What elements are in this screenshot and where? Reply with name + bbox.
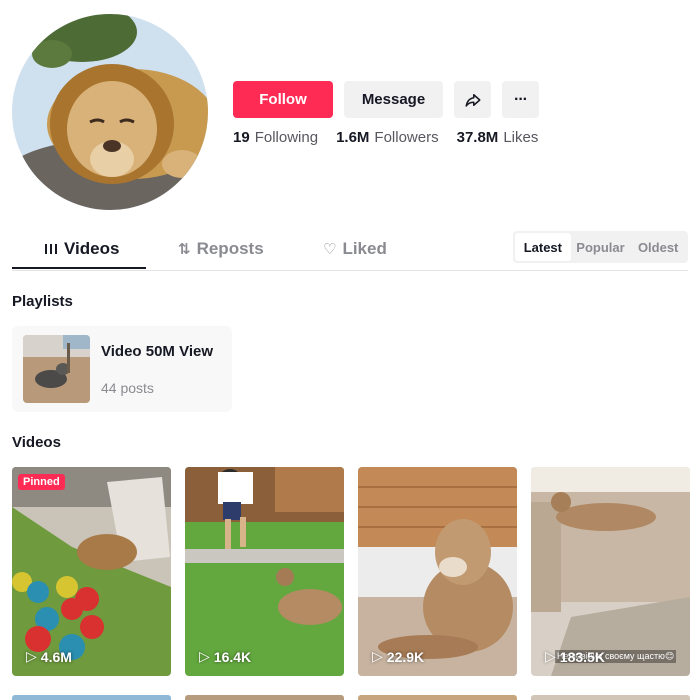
pinned-badge: Pinned — [18, 474, 65, 490]
video-card[interactable]: ▷ 16.4K — [185, 467, 344, 676]
stat-followers[interactable]: 1.6M Followers — [336, 129, 439, 146]
video-thumbnail — [12, 467, 171, 676]
stat-following[interactable]: 19 Following — [233, 129, 318, 146]
view-count-value: 4.6M — [40, 648, 72, 665]
stat-value: 37.8M — [456, 129, 499, 146]
play-icon: ▷ — [199, 648, 210, 664]
profile-actions: Follow Message ··· — [233, 81, 539, 118]
video-thumbnail — [185, 467, 344, 676]
video-grid-next-row — [12, 695, 690, 700]
playlist-name: Video 50M View — [101, 342, 213, 360]
tab-label: Liked — [342, 239, 387, 258]
video-card-partial — [12, 695, 171, 700]
view-count-value: 183.5K — [559, 648, 605, 665]
video-grid: Pinned ▷ 4.6M ▷ 16.4K ▷ 22.9K Не повірив… — [12, 467, 690, 676]
view-count: ▷ 183.5K — [545, 648, 605, 665]
view-count: ▷ 22.9K — [372, 648, 424, 665]
playlist-thumbnail — [23, 335, 90, 403]
playlist-count: 44 posts — [101, 379, 154, 396]
stat-value: 19 — [233, 129, 250, 146]
repost-icon: ⇅ — [178, 241, 191, 258]
video-thumbnail — [358, 467, 517, 676]
videos-heading: Videos — [12, 434, 61, 451]
view-count-value: 22.9K — [386, 648, 425, 665]
stat-value: 1.6M — [336, 129, 370, 146]
profile-avatar[interactable] — [12, 14, 208, 210]
view-count: ▷ 16.4K — [199, 648, 251, 665]
tab-label: Videos — [64, 239, 120, 258]
tab-label: Reposts — [196, 239, 264, 258]
more-icon: ··· — [514, 90, 528, 108]
grid-icon — [45, 244, 57, 254]
video-card[interactable]: Не повірив своєму щастю😊 ▷ 183.5K — [531, 467, 690, 676]
profile-stats: 19 Following 1.6M Followers 37.8M Likes — [233, 129, 538, 146]
active-tab-indicator — [12, 267, 146, 269]
video-card[interactable]: Pinned ▷ 4.6M — [12, 467, 171, 676]
playlist-card[interactable]: Video 50M View 44 posts — [12, 326, 232, 412]
sort-latest[interactable]: Latest — [515, 233, 571, 261]
follow-button[interactable]: Follow — [233, 81, 333, 118]
play-icon: ▷ — [545, 648, 556, 664]
stat-label: Likes — [503, 129, 539, 146]
sort-oldest[interactable]: Oldest — [630, 233, 686, 261]
stat-label: Following — [254, 129, 319, 146]
lion-avatar-image — [12, 14, 208, 210]
sort-popular[interactable]: Popular — [573, 233, 629, 261]
share-icon — [465, 93, 480, 107]
video-card-partial — [358, 695, 517, 700]
stat-label: Followers — [374, 129, 439, 146]
share-button[interactable] — [454, 81, 491, 118]
stat-likes: 37.8M Likes — [457, 129, 539, 146]
video-card-partial — [185, 695, 344, 700]
video-card[interactable]: ▷ 22.9K — [358, 467, 517, 676]
heart-icon: ♡ — [323, 241, 337, 258]
tab-videos[interactable]: Videos — [44, 229, 119, 269]
playlists-heading: Playlists — [12, 293, 73, 310]
view-count: ▷ 4.6M — [26, 648, 72, 665]
play-icon: ▷ — [372, 648, 383, 664]
sort-toggle: Latest Popular Oldest — [513, 231, 688, 263]
tab-liked[interactable]: ♡ Liked — [323, 229, 387, 269]
more-options-button[interactable]: ··· — [502, 81, 539, 118]
view-count-value: 16.4K — [213, 648, 252, 665]
video-card-partial — [531, 695, 690, 700]
tab-reposts[interactable]: ⇅ Reposts — [178, 229, 264, 269]
video-thumbnail — [531, 467, 690, 676]
message-button[interactable]: Message — [344, 81, 443, 118]
play-icon: ▷ — [26, 648, 37, 664]
